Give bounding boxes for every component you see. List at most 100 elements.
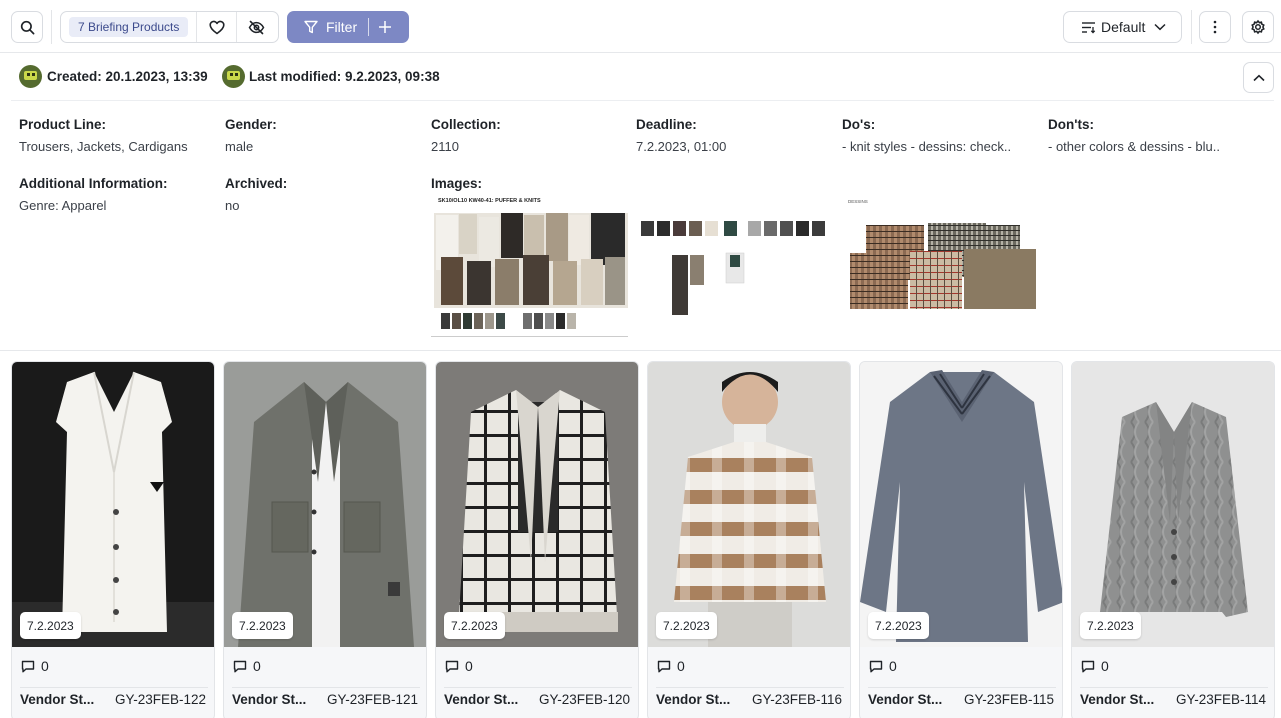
plus-icon[interactable] — [378, 20, 392, 34]
product-date: 7.2.2023 — [20, 612, 81, 639]
donts-label: Don'ts: — [1048, 117, 1094, 132]
archived-value: no — [225, 198, 240, 213]
briefing-products-group: 7 Briefing Products — [60, 11, 279, 43]
meta-divider — [11, 100, 1274, 101]
product-code: GY-23FEB-120 — [538, 692, 630, 707]
search-icon — [20, 20, 34, 34]
product-line-value: Trousers, Jackets, Cardigans — [19, 139, 188, 154]
dessins-thumbnail[interactable]: DESSINS — [846, 195, 1042, 337]
product-line-label: Product Line: — [19, 117, 106, 132]
hide-button[interactable] — [236, 12, 276, 42]
comment-count-value: 0 — [253, 658, 261, 674]
product-code: GY-23FEB-114 — [1175, 692, 1266, 707]
product-card[interactable]: 7.2.2023 0 Vendor St... GY-23FEB-116 — [647, 361, 851, 718]
product-image[interactable] — [648, 362, 850, 647]
product-code: GY-23FEB-115 — [963, 692, 1054, 707]
additional-info-label: Additional Information: — [19, 176, 168, 191]
filter-divider — [368, 18, 370, 36]
filter-button[interactable]: Filter — [287, 11, 409, 43]
comment-icon — [21, 660, 35, 672]
product-code: GY-23FEB-122 — [114, 692, 206, 707]
gender-label: Gender: — [225, 117, 277, 132]
more-options-button[interactable] — [1199, 11, 1231, 43]
archived-label: Archived: — [225, 176, 288, 191]
filter-label: Filter — [326, 19, 358, 35]
moodboard-title: SK10/OL10 KW40-41: PUFFER & KNITS — [438, 198, 541, 204]
vendor-name: Vendor St... — [1080, 692, 1155, 707]
comment-icon — [233, 660, 247, 672]
product-card[interactable]: 7.2.2023 0 Vendor St... GY-23FEB-120 — [435, 361, 639, 718]
donts-value: - other colors & dessins - blu.. — [1048, 139, 1220, 154]
card-divider — [656, 687, 844, 688]
card-divider — [868, 687, 1056, 688]
deadline-label: Deadline: — [636, 117, 697, 132]
comment-icon — [869, 660, 883, 672]
comment-count[interactable]: 0 — [869, 658, 897, 674]
vendor-name: Vendor St... — [444, 692, 519, 707]
product-date: 7.2.2023 — [656, 612, 717, 639]
dos-value: - knit styles - dessins: check.. — [842, 139, 1012, 154]
collection-value: 2110 — [431, 139, 459, 154]
chevron-down-icon — [1154, 23, 1166, 31]
card-divider — [20, 687, 208, 688]
comment-count-value: 0 — [41, 658, 49, 674]
collapse-details-button[interactable] — [1243, 62, 1274, 93]
comment-count-value: 0 — [465, 658, 473, 674]
product-image[interactable] — [1072, 362, 1274, 647]
moodboard-thumbnail[interactable]: SK10/OL10 KW40-41: PUFFER & KNITS — [431, 195, 628, 337]
color-swatches-thumbnail[interactable] — [636, 195, 834, 337]
card-divider — [1080, 687, 1268, 688]
product-image[interactable] — [12, 362, 214, 647]
product-date: 7.2.2023 — [868, 612, 929, 639]
product-date: 7.2.2023 — [1080, 612, 1141, 639]
search-button[interactable] — [11, 11, 43, 43]
vendor-name: Vendor St... — [232, 692, 307, 707]
filter-icon — [304, 20, 318, 34]
product-card[interactable]: 7.2.2023 0 Vendor St... GY-23FEB-121 — [223, 361, 427, 718]
deadline-value: 7.2.2023, 01:00 — [636, 139, 727, 154]
heart-icon — [209, 20, 225, 34]
modifier-avatar[interactable] — [222, 65, 245, 88]
settings-button[interactable] — [1242, 11, 1274, 43]
vendor-name: Vendor St... — [656, 692, 731, 707]
comment-icon — [1081, 660, 1095, 672]
comment-count-value: 0 — [1101, 658, 1109, 674]
product-code: GY-23FEB-116 — [751, 692, 842, 707]
favorite-button[interactable] — [196, 12, 236, 42]
product-code: GY-23FEB-121 — [326, 692, 418, 707]
sort-lines-icon — [1081, 21, 1096, 34]
product-image[interactable] — [436, 362, 638, 647]
product-card[interactable]: 7.2.2023 0 Vendor St... GY-23FEB-114 — [1071, 361, 1275, 718]
images-label: Images: — [431, 176, 483, 191]
creator-avatar[interactable] — [19, 65, 42, 88]
product-date: 7.2.2023 — [232, 612, 293, 639]
vendor-name: Vendor St... — [20, 692, 95, 707]
section-divider — [0, 350, 1281, 351]
chevron-up-icon — [1252, 74, 1265, 81]
product-date: 7.2.2023 — [444, 612, 505, 639]
product-image[interactable] — [860, 362, 1062, 647]
view-select-label: Default — [1101, 19, 1146, 35]
collection-label: Collection: — [431, 117, 501, 132]
comment-count[interactable]: 0 — [233, 658, 261, 674]
comment-count-value: 0 — [677, 658, 685, 674]
comment-count[interactable]: 0 — [1081, 658, 1109, 674]
dos-label: Do's: — [842, 117, 876, 132]
product-card[interactable]: 7.2.2023 0 Vendor St... GY-23FEB-115 — [859, 361, 1063, 718]
dessins-title: DESSINS — [848, 199, 868, 204]
created-timestamp: Created: 20.1.2023, 13:39 — [47, 69, 208, 84]
toolbar-divider — [1191, 10, 1192, 44]
gear-icon — [1251, 19, 1265, 35]
card-divider — [232, 687, 420, 688]
eye-off-icon — [249, 20, 265, 34]
product-image[interactable] — [224, 362, 426, 647]
additional-info-value: Genre: Apparel — [19, 198, 107, 213]
briefing-products-badge[interactable]: 7 Briefing Products — [69, 17, 189, 37]
comment-icon — [657, 660, 671, 672]
comment-count[interactable]: 0 — [21, 658, 49, 674]
view-select[interactable]: Default — [1063, 11, 1182, 43]
comment-count[interactable]: 0 — [657, 658, 685, 674]
comment-count[interactable]: 0 — [445, 658, 473, 674]
product-card[interactable]: 7.2.2023 0 Vendor St... GY-23FEB-122 — [11, 361, 215, 718]
vendor-name: Vendor St... — [868, 692, 943, 707]
